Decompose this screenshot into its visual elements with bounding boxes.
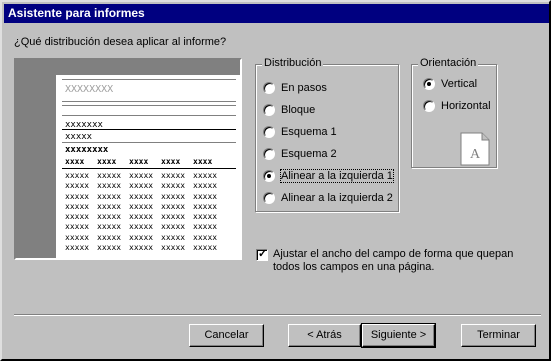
- preview-group-line: xxxxx: [65, 132, 93, 142]
- window-title: Asistente para informes: [4, 4, 549, 23]
- orientation-group-title: Orientación: [418, 57, 479, 69]
- radio-label: Bloque: [281, 104, 316, 116]
- radio-label: Esquema 1: [281, 126, 337, 138]
- radio-horizontal[interactable]: Horizontal: [423, 98, 491, 114]
- preview-detail-column: xxxxx xxxxx xxxxx xxxxx xxxxx xxxxx xxxx…: [65, 171, 90, 253]
- checkbox-checked-icon[interactable]: [256, 247, 268, 261]
- radio-esquema-2[interactable]: Esquema 2: [263, 146, 337, 162]
- layout-preview: XXXXXXXX xxxxxxx xxxxx xxxxxxxx xxxx xxx…: [14, 58, 242, 260]
- radio-label: Alinear a la izquierda 1: [280, 169, 394, 183]
- preview-rule: [62, 101, 236, 102]
- radio-bloque[interactable]: Bloque: [263, 102, 315, 118]
- report-wizard-window: Asistente para informes ¿Qué distribució…: [0, 0, 551, 361]
- preview-detail-column: xxxxx xxxxx xxxxx xxxxx xxxxx xxxxx xxxx…: [161, 171, 186, 253]
- radio-button-icon[interactable]: [263, 104, 275, 116]
- preview-header-cell: xxxx: [129, 157, 149, 166]
- preview-detail-column: xxxxx xxxxx xxxxx xxxxx xxxxx xxxxx xxxx…: [129, 171, 154, 253]
- radio-button-icon[interactable]: [263, 82, 275, 94]
- radio-button-icon[interactable]: [263, 126, 275, 138]
- preview-header-cell: xxxx: [161, 157, 181, 166]
- layout-question: ¿Qué distribución desea aplicar al infor…: [14, 36, 227, 48]
- preview-header-cell: xxxx: [65, 157, 85, 166]
- radio-label: En pasos: [281, 82, 327, 94]
- radio-button-icon[interactable]: [263, 192, 275, 204]
- finish-button[interactable]: Terminar: [461, 324, 536, 347]
- next-button[interactable]: Siguiente >: [361, 323, 436, 348]
- preview-title: XXXXXXXX: [65, 84, 114, 95]
- portrait-page-icon: A: [460, 132, 490, 166]
- preview-sheet: XXXXXXXX xxxxxxx xxxxx xxxxxxxx xxxx xxx…: [56, 75, 242, 260]
- radio-esquema-1[interactable]: Esquema 1: [263, 124, 337, 140]
- radio-label: Vertical: [441, 78, 478, 90]
- preview-rule: [62, 105, 236, 106]
- radio-alinear-izquierda-1[interactable]: Alinear a la izquierda 1: [263, 168, 394, 184]
- layout-group-title: Distribución: [262, 57, 324, 69]
- preview-header-cell: xxxx: [193, 157, 213, 166]
- preview-header-cell: xxxx: [97, 157, 117, 166]
- layout-group: Distribución En pasos Bloque Esquema 1 E…: [255, 57, 399, 212]
- orientation-group: Orientación Vertical Horizontal A: [411, 57, 497, 168]
- radio-button-selected-icon[interactable]: [263, 170, 275, 182]
- preview-rule: [62, 168, 236, 169]
- preview-rule: [62, 142, 236, 143]
- adjust-width-label: Ajustar el ancho del campo de forma que …: [273, 248, 514, 273]
- preview-rule: [62, 79, 236, 80]
- preview-detail-column: xxxxx xxxxx xxxxx xxxxx xxxxx xxxxx xxxx…: [193, 171, 218, 253]
- preview-detail-column: xxxxx xxxxx xxxxx xxxxx xxxxx xxxxx xxxx…: [97, 171, 122, 253]
- radio-button-icon[interactable]: [423, 100, 435, 112]
- preview-group-line: xxxxxxxx: [65, 145, 109, 155]
- radio-label: Esquema 2: [281, 148, 337, 160]
- radio-button-icon[interactable]: [263, 148, 275, 160]
- back-button[interactable]: < Atrás: [288, 324, 361, 347]
- cancel-button[interactable]: Cancelar: [189, 324, 264, 347]
- button-separator: [14, 314, 541, 316]
- radio-label: Horizontal: [441, 100, 491, 112]
- radio-label: Alinear a la izquierda 2: [281, 192, 393, 204]
- radio-vertical[interactable]: Vertical: [423, 76, 477, 92]
- preview-rule: [62, 129, 236, 130]
- radio-button-selected-icon[interactable]: [423, 78, 435, 90]
- radio-en-pasos[interactable]: En pasos: [263, 80, 327, 96]
- preview-rule: [62, 115, 236, 116]
- radio-alinear-izquierda-2[interactable]: Alinear a la izquierda 2: [263, 190, 393, 206]
- orientation-icon-letter: A: [470, 147, 481, 162]
